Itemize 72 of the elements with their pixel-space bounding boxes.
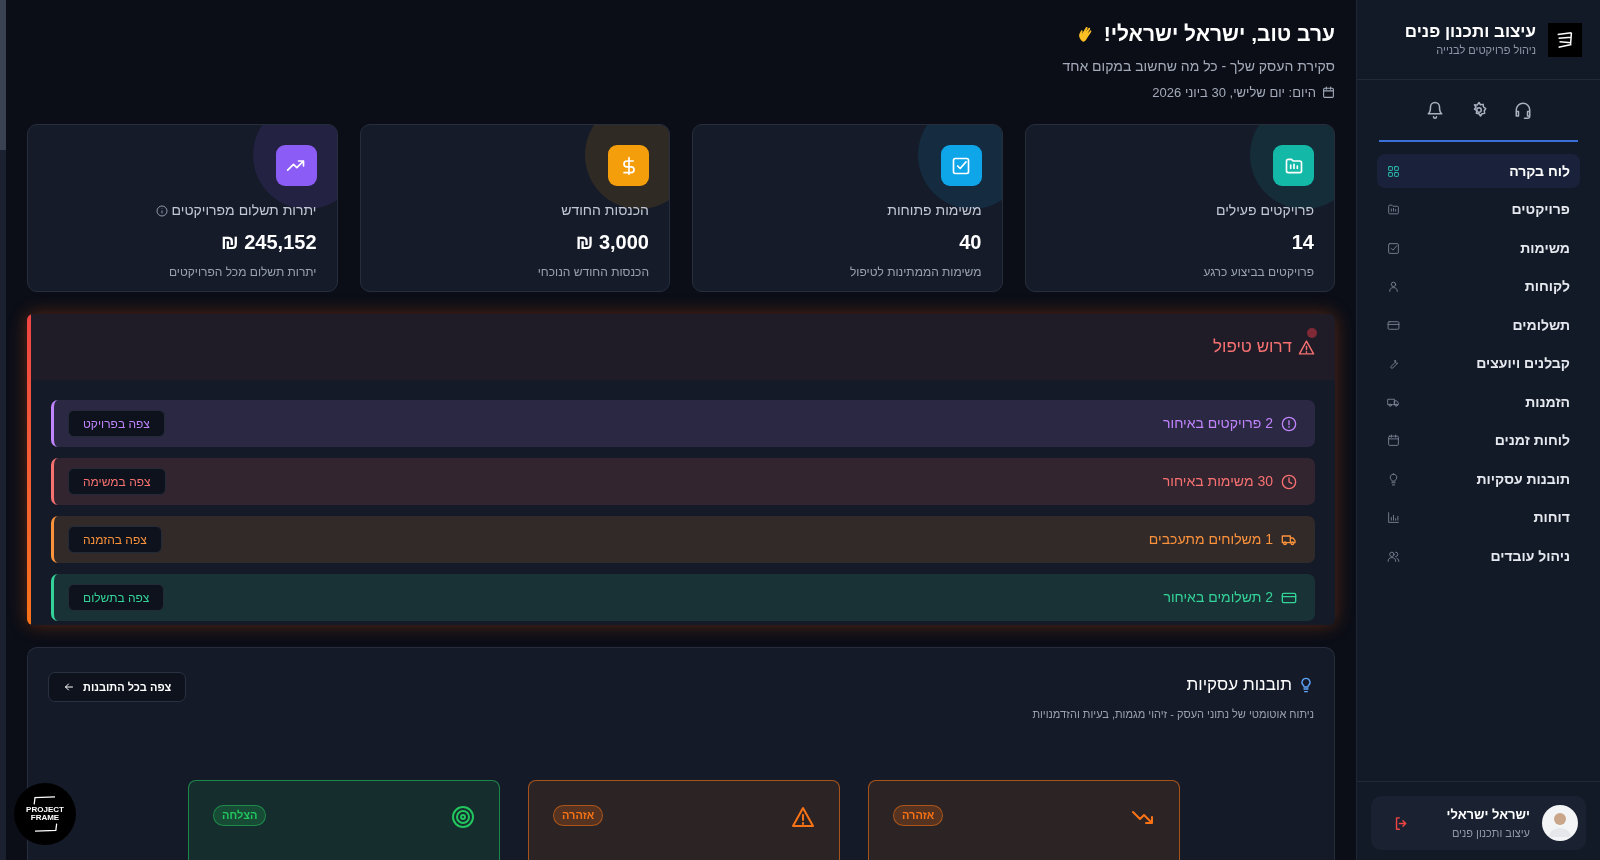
nav-item[interactable]: תובנות עסקיות — [1377, 462, 1580, 496]
nav-item[interactable]: הזמנות — [1377, 385, 1580, 419]
calendar-icon — [1322, 85, 1335, 99]
section-title: תובנות עסקיות — [1186, 674, 1292, 696]
folder-icon — [1387, 203, 1400, 216]
nav-item[interactable]: משימות — [1377, 231, 1580, 265]
logo-text: PROJECT FRAME — [25, 806, 65, 822]
clock-icon — [1281, 473, 1297, 490]
view-all-button[interactable]: צפה בכל התובנות — [48, 672, 187, 702]
stat-caption: משימות הממתינות לטיפול — [849, 264, 982, 281]
bar-chart-icon — [1387, 511, 1400, 524]
avatar — [1542, 805, 1578, 841]
status-badge: אזהרה — [893, 805, 944, 826]
info-icon[interactable] — [155, 204, 168, 217]
stat-title: יתרות תשלום מפרויקטים — [171, 201, 317, 220]
user-card[interactable]: ישראל ישראלי עיצוב ותכנון פנים — [1371, 796, 1586, 850]
warning-icon — [1298, 338, 1315, 356]
alert-icon — [1281, 415, 1297, 432]
wrench-icon — [1387, 357, 1400, 370]
status-badge: אזהרה — [553, 805, 604, 826]
view-button[interactable]: צפה בתשלום — [68, 584, 165, 611]
stat-title: פרויקטים פעילים — [1215, 201, 1314, 220]
user-role: עיצוב ותכנון פנים — [1450, 825, 1530, 841]
scrollbar[interactable] — [0, 0, 6, 860]
grid-icon — [1387, 164, 1400, 178]
nav-item[interactable]: לוח בקרה — [1377, 154, 1580, 188]
date-text: היום: יום שלישי, 30 ביוני 2026 — [1152, 83, 1316, 102]
app-subtitle: ניהול פרויקטים לבנייה — [1435, 42, 1536, 58]
view-button[interactable]: צפה בפרויקט — [68, 410, 165, 437]
stat-value: 245,152 ₪ — [220, 230, 317, 255]
alert-text: 2 תשלומים באיחור — [1163, 588, 1273, 607]
notification-icon[interactable] — [1425, 101, 1444, 119]
nav-item[interactable]: קבלנים ויועצים — [1377, 346, 1580, 381]
nav-item[interactable]: לוחות זמנים — [1377, 423, 1580, 458]
alert-text: 30 משימות באיחור — [1162, 472, 1273, 491]
stat-title: הכנסות החודש — [561, 201, 649, 220]
app-title: עיצוב ותכנון פנים — [1404, 20, 1536, 42]
nav-item[interactable]: ניהול עובדים — [1377, 539, 1580, 573]
view-button[interactable]: צפה במשימה — [68, 468, 166, 495]
floating-logo[interactable]: PROJECT FRAME — [14, 783, 76, 845]
alert-text: 1 משלוחים מתעכבים — [1148, 530, 1273, 549]
stat-value: 40 — [959, 230, 982, 255]
checkbox-icon — [951, 155, 971, 176]
nav-item[interactable]: תשלומים — [1377, 308, 1580, 342]
section-subtitle: ניתוח אוטומטי של נתוני העסק - זיהוי מגמות, בעיות והזדמנויות — [1032, 706, 1314, 722]
headset-icon[interactable] — [1513, 101, 1532, 119]
arrow-icon — [63, 681, 75, 693]
nav-item[interactable]: דוחות — [1377, 500, 1580, 535]
lightbulb-icon — [1298, 676, 1314, 693]
lightbulb-icon — [1387, 472, 1400, 486]
stat-title: משימות פתוחות — [887, 201, 982, 220]
target-icon — [451, 805, 475, 829]
calendar-icon — [1387, 434, 1400, 447]
stat-value: 14 — [1291, 230, 1314, 255]
stat-caption: הכנסות החודש הנוכחי — [537, 264, 649, 281]
nav-item[interactable]: לקוחות — [1377, 269, 1580, 304]
panel-title: דרוש טיפול — [1213, 336, 1292, 359]
view-button[interactable]: צפה בהזמנה — [68, 526, 162, 553]
user-name: ישראל ישראלי — [1445, 806, 1530, 824]
user-icon — [1387, 280, 1400, 293]
checkbox-icon — [1387, 241, 1400, 255]
credit-card-icon — [1387, 318, 1400, 332]
stat-value: 3,000 ₪ — [575, 230, 649, 255]
alert-text: 2 פרויקטים באיחור — [1163, 414, 1273, 433]
stat-caption: פרויקטים בביצוע כרגע — [1203, 264, 1314, 281]
greeting-title: ערב טוב, ישראל ישראלי! — [1103, 21, 1335, 47]
users-icon — [1387, 549, 1400, 563]
nav-item[interactable]: פרויקטים — [1377, 192, 1580, 227]
page-subtitle: סקירת העסק שלך - כל מה שחשוב במקום אחד — [1061, 56, 1335, 76]
status-badge: הצלחה — [213, 805, 267, 826]
warning-icon — [791, 805, 815, 829]
stat-caption: יתרות תשלום מכל הפרויקטים — [168, 264, 317, 281]
